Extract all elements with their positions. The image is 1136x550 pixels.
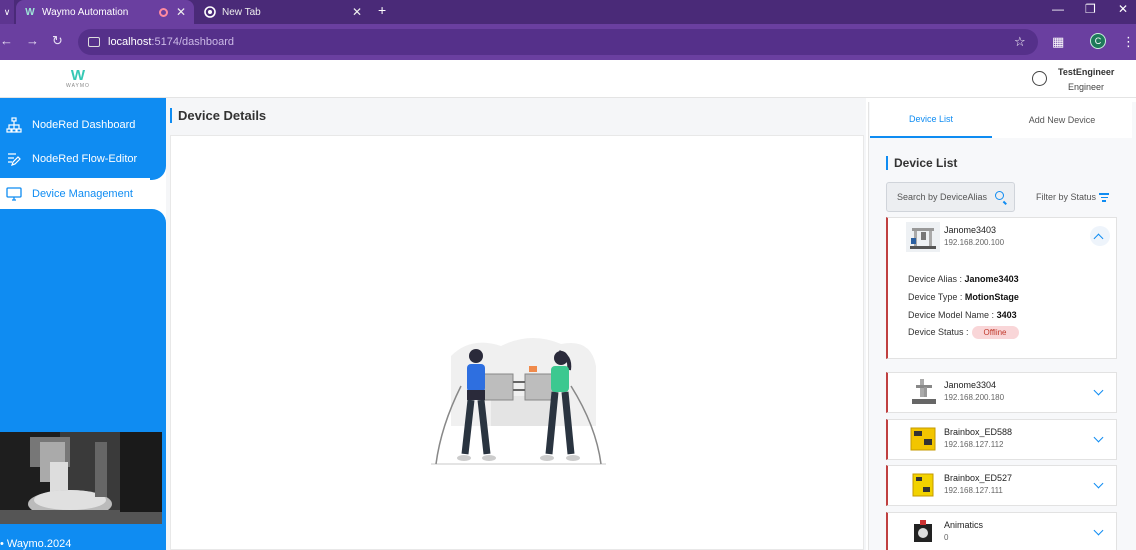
device-details-card: [170, 135, 864, 550]
browser-tab-waymo[interactable]: W Waymo Automation ✕: [16, 0, 194, 24]
tab-title: Waymo Automation: [42, 6, 129, 18]
chrome-favicon-icon: [204, 6, 216, 18]
sidebar-item-nodered-flow-editor[interactable]: NodeRed Flow-Editor: [0, 144, 166, 174]
extensions-icon[interactable]: ▦: [1052, 34, 1064, 50]
profile-avatar[interactable]: C: [1090, 33, 1106, 49]
detail-alias: Device Alias : Janome3403: [908, 274, 1019, 284]
site-info-icon[interactable]: [88, 37, 100, 47]
device-card-janome3304[interactable]: Janome3304 192.168.200.180: [886, 372, 1117, 413]
sidebar-item-label: NodeRed Dashboard: [32, 119, 136, 131]
chevron-down-icon[interactable]: [1093, 478, 1104, 489]
sidebar-curve-bottom: [150, 209, 166, 225]
device-card-brainbox-ed588[interactable]: Brainbox_ED588 192.168.127.112: [886, 419, 1117, 460]
tab-device-list[interactable]: Device List: [870, 102, 992, 138]
device-card-animatics[interactable]: Animatics 0: [886, 512, 1117, 550]
user-name: TestEngineer: [1058, 67, 1115, 77]
page-title: Device Details: [170, 108, 266, 123]
waymo-logo[interactable]: W WAYMO: [64, 68, 92, 94]
browser-tab-strip: ∨ W Waymo Automation ✕ New Tab ✕ + — ❐ ✕: [0, 0, 1136, 24]
chevron-down-icon[interactable]: [1093, 385, 1104, 396]
new-tab-icon[interactable]: +: [378, 2, 386, 18]
footer-label: Waymo.2024: [6, 538, 72, 550]
close-tab-icon[interactable]: ✕: [176, 5, 186, 19]
restore-icon[interactable]: ❐: [1085, 2, 1096, 16]
sidebar-item-label: Device Management: [32, 187, 133, 200]
alias-value: Janome3403: [964, 274, 1019, 284]
device-ip: 192.168.127.112: [944, 440, 1004, 449]
browser-tab-new[interactable]: New Tab ✕: [196, 0, 370, 24]
sitemap-icon: [6, 117, 22, 133]
sidebar-curve-top: [150, 164, 166, 180]
reload-icon[interactable]: ↻: [52, 33, 63, 49]
filter-by-status-button[interactable]: Filter by Status: [1036, 192, 1096, 202]
robot-arm-image-icon: [906, 222, 940, 252]
chevron-down-icon[interactable]: [1093, 432, 1104, 443]
motor-image-icon: [906, 517, 940, 547]
empty-state-illustration: [431, 337, 606, 465]
alias-label: Device Alias :: [908, 274, 963, 284]
footer-copyright: • Waymo.2024: [0, 538, 72, 550]
url-path: :5174/dashboard: [151, 36, 234, 48]
detail-model: Device Model Name : 3403: [908, 310, 1017, 320]
device-ip: 192.168.127.111: [944, 486, 1003, 495]
waymo-logo-mark-icon: W: [70, 67, 86, 84]
monitor-icon: [6, 186, 22, 202]
filter-icon[interactable]: [1099, 193, 1109, 202]
robot-arm-image-icon: [906, 377, 940, 407]
logo-wordmark: WAYMO: [66, 83, 90, 89]
browser-menu-icon[interactable]: ⋮: [1122, 34, 1135, 50]
brainbox-image-icon: [906, 470, 940, 500]
camera-feed[interactable]: [0, 432, 162, 524]
sidebar-item-label: NodeRed Flow-Editor: [32, 153, 138, 165]
device-name: Animatics: [944, 520, 984, 530]
type-value: MotionStage: [964, 292, 1019, 302]
device-name: Brainbox_ED527: [944, 473, 1013, 483]
sidebar-item-device-management[interactable]: Device Management: [0, 178, 166, 209]
forward-icon[interactable]: →: [26, 33, 39, 48]
tab-title: New Tab: [222, 6, 261, 18]
sidebar-item-nodered-dashboard[interactable]: NodeRed Dashboard: [0, 110, 166, 140]
back-icon[interactable]: ←: [0, 33, 13, 48]
minimize-icon[interactable]: —: [1052, 2, 1064, 16]
address-bar[interactable]: localhost:5174/dashboard: [78, 29, 1038, 55]
detail-type: Device Type : MotionStage: [908, 292, 1019, 302]
detail-status: Device Status : Offline: [908, 326, 1019, 339]
tab-add-new-device[interactable]: Add New Device: [992, 102, 1132, 138]
device-name: Janome3304: [944, 380, 997, 390]
device-ip: 192.168.200.100: [944, 238, 1005, 247]
user-role: Engineer: [1068, 82, 1105, 92]
flow-editor-icon: [6, 151, 22, 167]
device-name: Janome3403: [944, 225, 997, 235]
search-icon[interactable]: [995, 191, 1004, 200]
close-window-icon[interactable]: ✕: [1118, 2, 1128, 16]
type-label: Device Type :: [908, 292, 963, 302]
recording-indicator-icon: [159, 7, 168, 17]
waymo-favicon-icon: W: [25, 6, 35, 18]
tab-search-icon[interactable]: ∨: [0, 0, 14, 24]
device-card-brainbox-ed527[interactable]: Brainbox_ED527 192.168.127.111: [886, 465, 1117, 506]
chevron-down-icon[interactable]: [1093, 525, 1104, 536]
browser-toolbar: ← → ↻ localhost:5174/dashboard ☆ ▦ ⋮: [0, 24, 1136, 60]
status-badge: Offline: [971, 326, 1019, 339]
model-label: Device Model Name :: [908, 310, 995, 320]
device-list-heading: Device List: [886, 156, 957, 170]
close-tab-icon[interactable]: ✕: [352, 5, 362, 19]
app-header: W WAYMO TestEngineer Engineer: [0, 60, 1136, 98]
user-account-icon[interactable]: [1032, 71, 1047, 86]
bookmark-star-icon[interactable]: ☆: [1014, 34, 1026, 50]
device-card-janome3403[interactable]: Janome3403 192.168.200.100 Device Alias …: [886, 217, 1117, 359]
device-name: Brainbox_ED588: [944, 427, 1013, 437]
status-label: Device Status :: [908, 327, 969, 337]
brainbox-image-icon: [906, 424, 940, 454]
model-value: 3403: [996, 310, 1017, 320]
device-ip: 0: [944, 533, 949, 542]
url-host: localhost: [108, 36, 152, 48]
device-ip: 192.168.200.180: [944, 393, 1005, 402]
